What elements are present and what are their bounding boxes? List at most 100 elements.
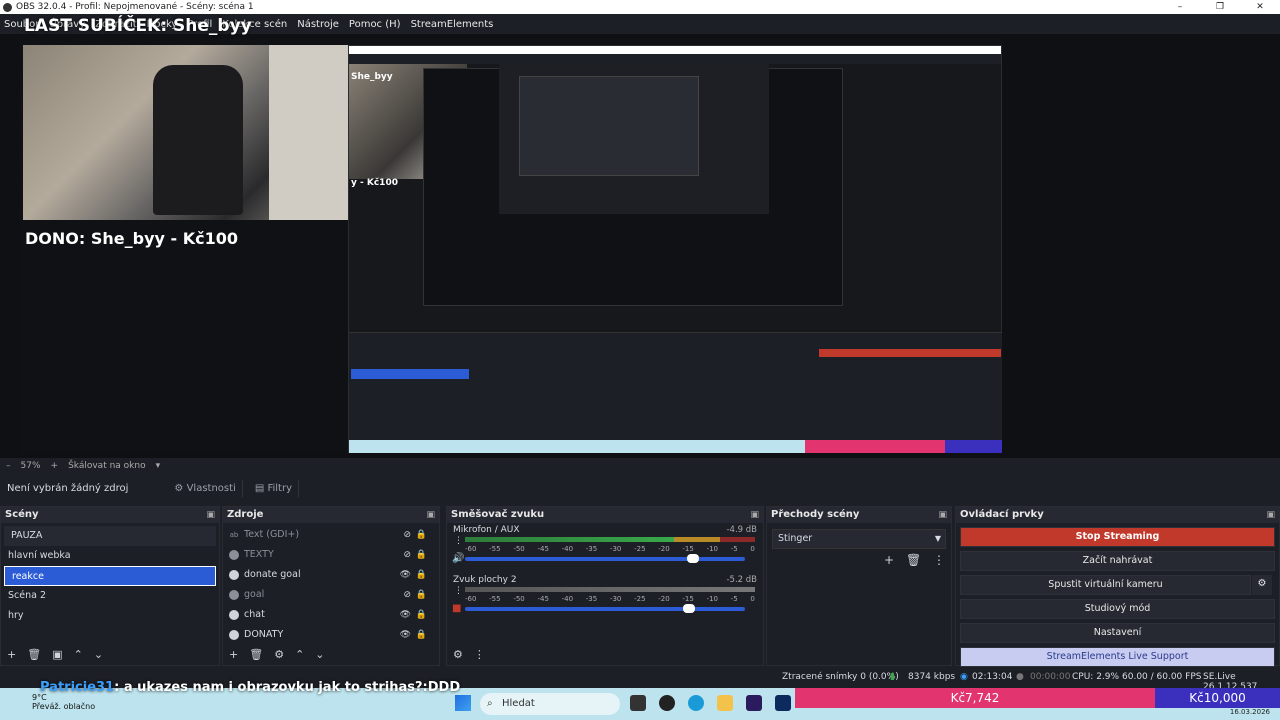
nested-preview-3 <box>519 76 699 176</box>
virtual-camera-button[interactable]: Spustit virtuální kameru ⚙ <box>960 575 1272 595</box>
lock-icon[interactable]: 🔒 <box>416 625 427 645</box>
scene-item-active[interactable]: reakce <box>4 566 216 586</box>
properties-button[interactable]: ⚙ Vlastnosti <box>168 479 243 497</box>
maximize-button[interactable]: ❐ <box>1200 0 1240 14</box>
nested-stop-streaming <box>819 349 1001 357</box>
add-transition-button[interactable]: + <box>884 553 894 567</box>
muted-speaker-icon[interactable]: ■ <box>452 603 461 614</box>
filters-button[interactable]: ▤ Filtry <box>249 479 299 497</box>
preview-canvas[interactable]: DONO: She_byy - Kč100 She_byy y - Kč100 <box>20 39 1002 453</box>
dock-undock-icon[interactable]: ▣ <box>206 507 215 523</box>
mixer-menu-button[interactable]: ⋮ <box>474 648 485 661</box>
add-scene-button[interactable]: + <box>7 648 16 661</box>
menu-help[interactable]: Pomoc (H) <box>349 19 401 30</box>
explorer-icon[interactable] <box>717 695 733 711</box>
source-item[interactable]: donate goal 👁 🔒 <box>223 565 439 585</box>
close-button[interactable]: ✕ <box>1240 0 1280 14</box>
lock-icon[interactable]: 🔒 <box>416 585 427 605</box>
transition-menu-button[interactable]: ⋮ <box>933 553 945 567</box>
scene-item[interactable]: Scéna 2 <box>1 586 219 606</box>
source-item[interactable]: chat 👁 🔒 <box>223 605 439 625</box>
add-source-button[interactable]: + <box>229 648 238 661</box>
nested-docks <box>349 332 1002 440</box>
remove-scene-button[interactable]: 🗑 <box>27 648 41 661</box>
scale-mode-arrow-icon[interactable]: ▾ <box>156 461 161 471</box>
taskbar-search[interactable]: ⌕ Hledat <box>480 693 620 715</box>
photoshop-icon[interactable] <box>775 695 791 711</box>
edge-icon[interactable] <box>688 695 704 711</box>
lock-icon[interactable]: 🔒 <box>416 525 427 545</box>
mixer-channel-desktop: Zvuk plochy 2 -5.2 dB ⋮ -60 -55 -50 -45 -40-… <box>447 573 763 623</box>
channel-menu-icon[interactable]: ⋮ <box>454 586 463 596</box>
move-source-up-button[interactable]: ⌃ <box>295 648 304 661</box>
start-recording-button[interactable]: Začít nahrávat <box>960 551 1275 571</box>
zoom-in-button[interactable]: + <box>51 461 59 471</box>
lock-icon[interactable]: 🔒 <box>416 565 427 585</box>
windows-start-icon[interactable] <box>455 695 471 711</box>
virtual-camera-label: Spustit virtuální kameru <box>1048 579 1163 590</box>
lock-icon[interactable]: 🔒 <box>416 545 427 565</box>
webcam-feed <box>23 45 349 220</box>
controls-dock: Ovládací prvky ▣ Stop Streaming Začít na… <box>955 506 1280 667</box>
eye-icon[interactable]: 👁 <box>400 625 411 645</box>
zoom-level: 57% <box>20 461 41 471</box>
nested-titlebar <box>349 46 1001 54</box>
source-item[interactable]: ab Text (GDI+) ⊘ 🔒 <box>223 525 439 545</box>
scale-mode-select[interactable]: Škálovat na okno <box>68 461 146 471</box>
se-live-support-button[interactable]: StreamElements Live Support <box>960 647 1275 667</box>
volume-slider[interactable] <box>465 607 745 611</box>
scene-item[interactable]: hlavní webka <box>1 546 219 566</box>
move-scene-down-button[interactable]: ⌄ <box>94 648 103 661</box>
remove-source-button[interactable]: 🗑 <box>249 648 263 661</box>
scene-item[interactable]: hry <box>1 606 219 626</box>
obs-icon[interactable] <box>659 695 675 711</box>
donation-goal-current: Kč7,742 <box>795 688 1155 708</box>
sources-dock: Zdroje ▣ ab Text (GDI+) ⊘ 🔒 TEXTY ⊘ 🔒 do… <box>222 506 440 666</box>
lock-icon[interactable]: 🔒 <box>416 605 427 625</box>
source-item[interactable]: goal ⊘ 🔒 <box>223 585 439 605</box>
source-item[interactable]: TEXTY ⊘ 🔒 <box>223 545 439 565</box>
eye-hidden-icon[interactable]: ⊘ <box>403 585 411 605</box>
move-scene-up-button[interactable]: ⌃ <box>74 648 83 661</box>
dock-undock-icon[interactable]: ▣ <box>938 507 947 523</box>
move-source-down-button[interactable]: ⌄ <box>315 648 324 661</box>
task-view-icon[interactable] <box>630 695 646 711</box>
donation-goal-target: Kč10,000 <box>1155 688 1280 708</box>
channel-menu-icon[interactable]: ⋮ <box>454 536 463 546</box>
minimize-button[interactable]: – <box>1160 0 1200 14</box>
source-properties-button[interactable]: ⚙ <box>274 648 284 661</box>
volume-slider[interactable] <box>465 557 745 561</box>
eye-icon[interactable]: 👁 <box>400 565 411 585</box>
premiere-icon[interactable] <box>746 695 762 711</box>
scene-item[interactable]: PAUZA <box>4 526 216 546</box>
audio-mixer-dock: Směšovač zvuku ▣ Mikrofon / AUX -4.9 dB … <box>446 506 764 666</box>
settings-button[interactable]: Nastavení <box>960 623 1275 643</box>
speaker-icon[interactable]: 🔊 <box>452 553 464 564</box>
source-item[interactable]: DONATY 👁 🔒 <box>223 625 439 645</box>
volume-slider-thumb[interactable] <box>683 604 695 613</box>
eye-icon[interactable]: 👁 <box>400 605 411 625</box>
preview-area[interactable]: DONO: She_byy - Kč100 She_byy y - Kč100 … <box>0 16 1280 458</box>
volume-slider-thumb[interactable] <box>687 554 699 563</box>
scenes-footer: + 🗑 ▣ ⌃ ⌄ <box>1 643 219 665</box>
gear-icon: ⚙ <box>174 482 187 494</box>
gear-icon[interactable]: ⚙ <box>1252 575 1272 595</box>
dock-undock-icon[interactable]: ▣ <box>1266 507 1275 523</box>
studio-mode-button[interactable]: Studiový mód <box>960 599 1275 619</box>
dock-undock-icon[interactable]: ▣ <box>750 507 759 523</box>
stream-time: 02:13:04 <box>972 672 1013 682</box>
transition-select[interactable]: Stinger ▼ <box>772 529 946 549</box>
weather-widget[interactable]: 9°C Převáž. oblačno <box>12 693 95 711</box>
menu-tools[interactable]: Nástroje <box>297 19 339 30</box>
scene-filters-button[interactable]: ▣ <box>52 648 62 661</box>
browser-source-icon <box>229 630 239 640</box>
remove-transition-button[interactable]: 🗑 <box>906 553 921 567</box>
menu-streamelements[interactable]: StreamElements <box>411 19 494 30</box>
mixer-settings-button[interactable]: ⚙ <box>453 648 463 661</box>
stop-streaming-button[interactable]: Stop Streaming <box>960 527 1275 547</box>
eye-hidden-icon[interactable]: ⊘ <box>403 525 411 545</box>
zoom-out-button[interactable]: – <box>6 461 11 471</box>
eye-hidden-icon[interactable]: ⊘ <box>403 545 411 565</box>
dock-undock-icon[interactable]: ▣ <box>426 507 435 523</box>
channel-name: Mikrofon / AUX <box>453 525 520 535</box>
